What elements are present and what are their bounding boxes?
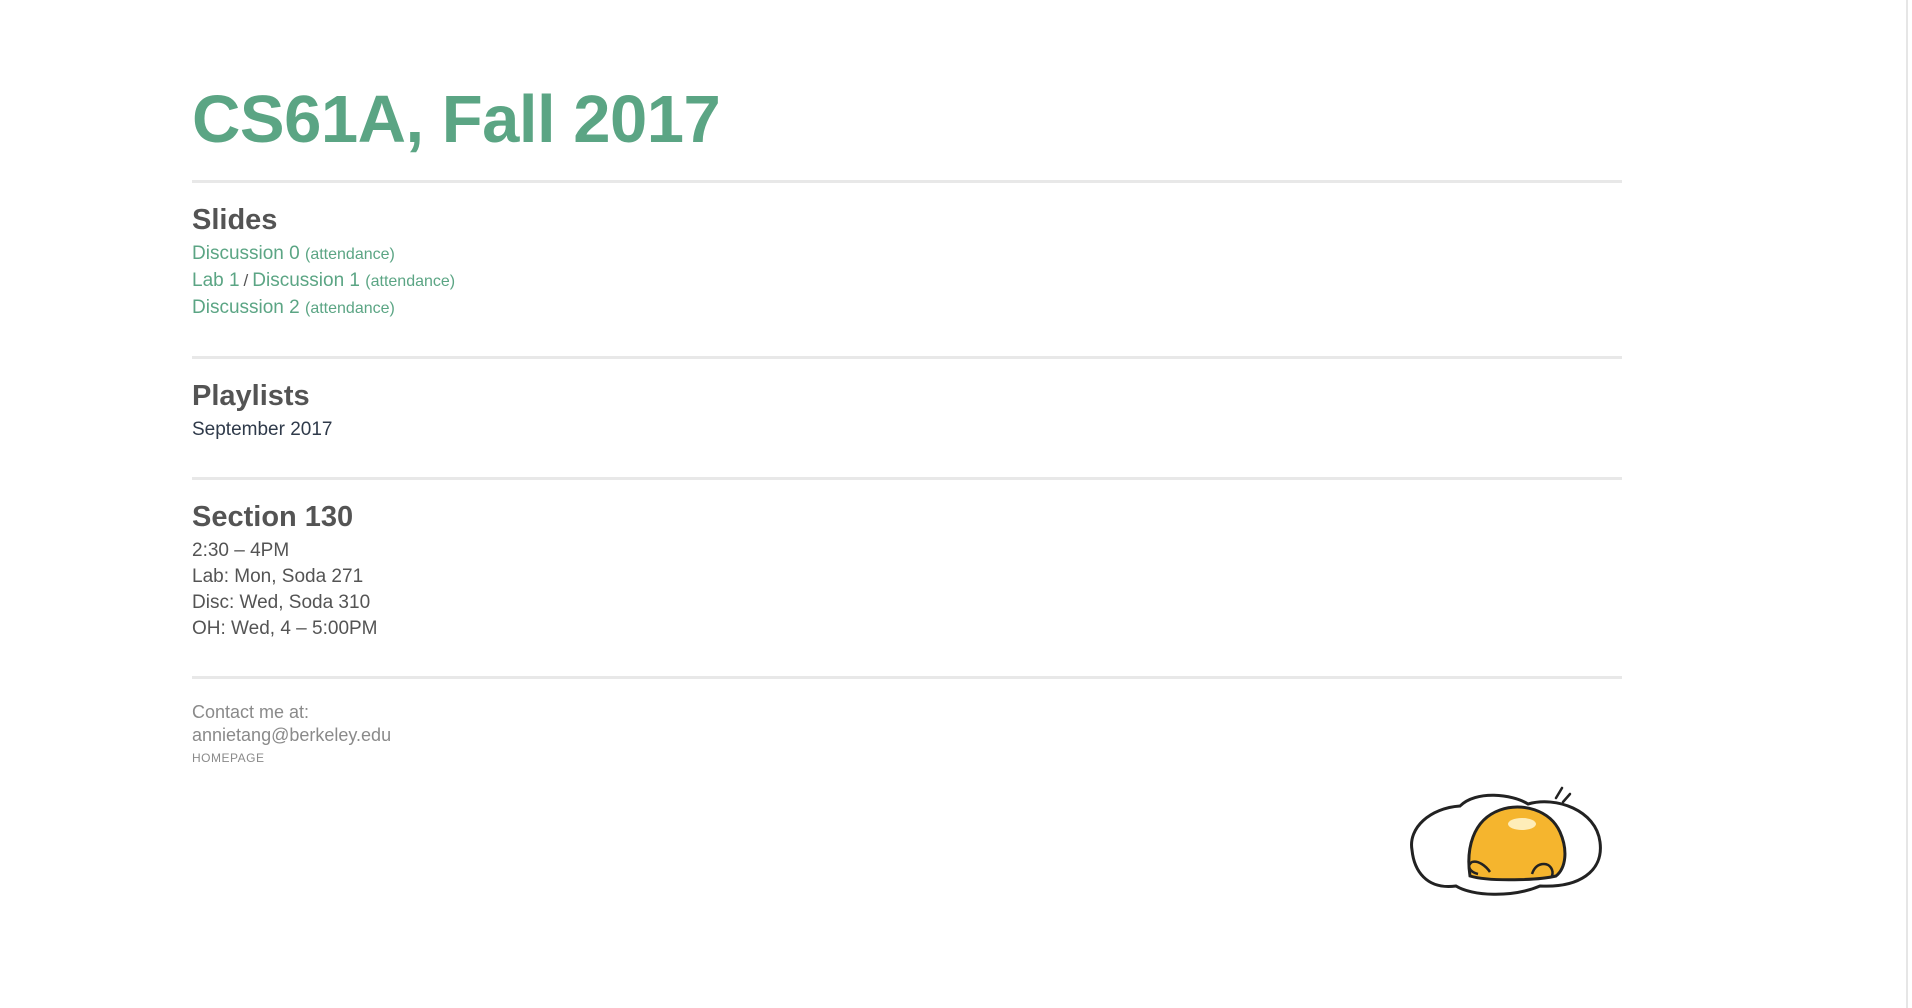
discussion-1-link[interactable]: Discussion 1 <box>252 270 360 291</box>
contact-block: Contact me at: annietang@berkeley.edu HO… <box>192 679 1622 765</box>
section-info: Section 130 2:30 – 4PM Lab: Mon, Soda 27… <box>192 480 1622 676</box>
homepage-link[interactable]: HOMEPAGE <box>192 751 1622 765</box>
slides-row-lab-1: Lab 1/Discussion 1 (attendance) <box>192 268 1622 295</box>
lab-1-link[interactable]: Lab 1 <box>192 270 240 291</box>
scrollbar-track[interactable] <box>1906 0 1908 1008</box>
discussion-0-link[interactable]: Discussion 0 <box>192 243 300 264</box>
slides-row-discussion-0: Discussion 0 (attendance) <box>192 241 1622 268</box>
contact-email: annietang@berkeley.edu <box>192 725 392 745</box>
section-lab: Lab: Mon, Soda 271 <box>192 566 364 587</box>
contact-label: Contact me at: <box>192 702 310 722</box>
section-oh: OH: Wed, 4 – 5:00PM <box>192 618 378 639</box>
section-disc: Disc: Wed, Soda 310 <box>192 592 371 613</box>
discussion-2-link[interactable]: Discussion 2 <box>192 297 300 318</box>
playlist-row: September 2017 <box>192 417 1622 443</box>
slides-heading: Slides <box>192 204 278 236</box>
playlists-section: Playlists September 2017 <box>192 359 1622 477</box>
page: CS61A, Fall 2017 Slides Discussion 0 (at… <box>0 0 1912 1008</box>
discussion-2-attendance-link[interactable]: (attendance) <box>305 300 395 317</box>
section-time: 2:30 – 4PM <box>192 540 290 561</box>
page-title: CS61A, Fall 2017 <box>192 82 721 157</box>
section-heading: Section 130 <box>192 501 354 533</box>
slides-row-discussion-2: Discussion 2 (attendance) <box>192 295 1622 322</box>
egg-mascot-icon <box>1410 786 1602 896</box>
main-content: CS61A, Fall 2017 Slides Discussion 0 (at… <box>192 80 1622 765</box>
playlist-september-2017-link[interactable]: September 2017 <box>192 419 333 440</box>
slash-separator: / <box>243 271 249 290</box>
playlists-heading: Playlists <box>192 380 310 412</box>
slides-section: Slides Discussion 0 (attendance) Lab 1/D… <box>192 183 1622 356</box>
discussion-0-attendance-link[interactable]: (attendance) <box>305 246 395 263</box>
discussion-1-attendance-link[interactable]: (attendance) <box>365 273 455 290</box>
